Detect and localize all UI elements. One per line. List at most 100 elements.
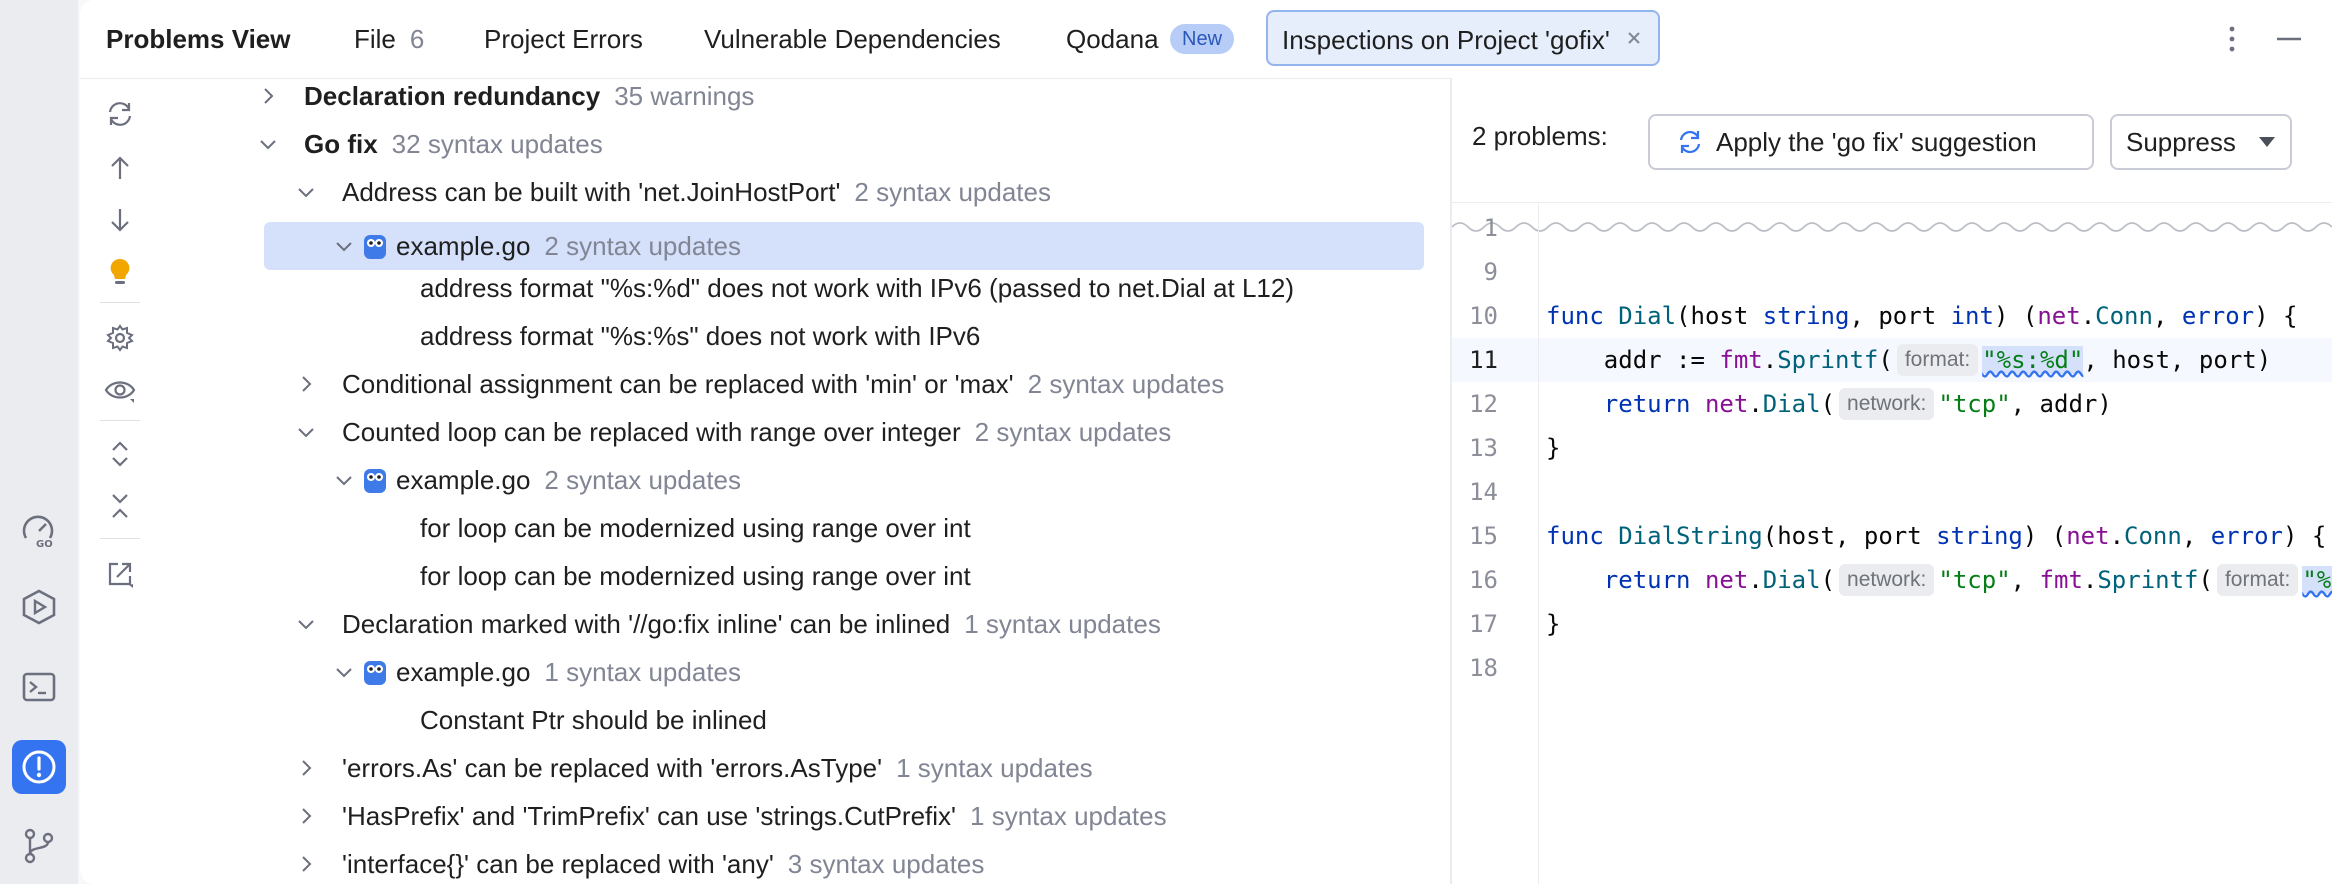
tree-inspection-min-max[interactable]: Conditional assignment can be replaced w… <box>180 360 1450 408</box>
tree-problem[interactable]: for loop can be modernized using range o… <box>180 552 1450 600</box>
line-gutter: 1 9 10 11 12 13 14 15 16 17 18 <box>1452 202 1539 884</box>
apply-go-fix-button[interactable]: Apply the 'go fix' suggestion <box>1648 114 2094 170</box>
arrow-down-icon[interactable] <box>102 202 138 238</box>
toolbar-separator <box>100 538 140 539</box>
tab-inspections[interactable]: Inspections on Project 'gofix' <box>1266 10 1660 66</box>
chevron-down-icon[interactable] <box>294 180 318 204</box>
chevron-right-icon[interactable] <box>294 756 318 780</box>
chevron-down-icon[interactable] <box>294 612 318 636</box>
chevron-down-icon[interactable] <box>332 660 356 684</box>
tab-file-label: File <box>354 24 396 54</box>
tree-item-label: 'errors.As' can be replaced with 'errors… <box>342 753 883 783</box>
code-editor[interactable]: 1 9 10 11 12 13 14 15 16 17 18 func Dial… <box>1452 202 2332 884</box>
git-branch-icon[interactable] <box>12 818 66 872</box>
tree-file-example-go[interactable]: example.go 2 syntax updates <box>180 456 1450 504</box>
tree-inspection-errors-as[interactable]: 'errors.As' can be replaced with 'errors… <box>180 744 1450 792</box>
code-line-12: return net.Dial(network: "tcp", addr) <box>1546 388 2112 420</box>
line-number: 18 <box>1469 654 1498 682</box>
tree-problem[interactable]: address format "%s:%s" does not work wit… <box>180 312 1450 360</box>
param-hint-network: network: <box>1839 388 1935 420</box>
tree-item-meta: 2 syntax updates <box>544 465 741 495</box>
run-icon[interactable] <box>12 580 66 634</box>
tree-problem[interactable]: Constant Ptr should be inlined <box>180 696 1450 744</box>
eye-icon[interactable] <box>102 372 138 408</box>
tree-problem[interactable]: for loop can be modernized using range o… <box>180 504 1450 552</box>
details-header: 2 problems: Apply the 'go fix' suggestio… <box>1452 78 2332 203</box>
highlighted-problem-string[interactable]: "%s:%d" <box>1982 346 2084 374</box>
param-hint-network: network: <box>1839 564 1935 596</box>
chevron-down-icon[interactable] <box>332 468 356 492</box>
tree-item-meta: 3 syntax updates <box>787 849 985 879</box>
caret-down-icon <box>2259 137 2275 147</box>
terminal-icon[interactable] <box>12 660 66 714</box>
qodana-new-badge: New <box>1170 24 1235 54</box>
tree-item-label: 'HasPrefix' and 'TrimPrefix' can use 'st… <box>342 801 957 831</box>
tree-inspection-interface-any[interactable]: 'interface{}' can be replaced with 'any'… <box>180 840 1450 884</box>
arrow-up-icon[interactable] <box>102 150 138 186</box>
line-number: 9 <box>1483 258 1498 286</box>
tree-group-go-fix[interactable]: Go fix 32 syntax updates <box>180 120 1450 168</box>
export-icon[interactable] <box>102 556 138 592</box>
tree-file-example-go[interactable]: example.go 1 syntax updates <box>180 648 1450 696</box>
more-options-icon[interactable] <box>2222 23 2242 55</box>
tree-inspection-cutprefix[interactable]: 'HasPrefix' and 'TrimPrefix' can use 'st… <box>180 792 1450 840</box>
collapse-all-icon[interactable] <box>102 488 138 524</box>
chevron-right-icon[interactable] <box>256 84 280 108</box>
close-icon[interactable] <box>1622 12 1646 64</box>
panel-title: Problems View <box>106 24 291 54</box>
tree-item-label: Constant Ptr should be inlined <box>420 705 767 735</box>
tree-item-label: example.go <box>396 231 531 261</box>
line-number: 1 <box>1483 214 1498 242</box>
tree-item-label: 'interface{}' can be replaced with 'any' <box>342 849 774 879</box>
tree-item-label: address format "%s:%s" does not work wit… <box>420 321 981 351</box>
suppress-label: Suppress <box>2126 127 2236 157</box>
chevron-down-icon[interactable] <box>256 132 280 156</box>
line-number: 17 <box>1469 610 1498 638</box>
chevron-down-icon[interactable] <box>332 234 356 258</box>
chevron-right-icon[interactable] <box>294 372 318 396</box>
code-line-15: func DialString(host, port string) (net.… <box>1546 522 2327 550</box>
suppress-dropdown[interactable]: Suppress <box>2110 114 2292 170</box>
chevron-right-icon[interactable] <box>294 852 318 876</box>
code-line-13: } <box>1546 434 1561 462</box>
tree-item-meta: 1 syntax updates <box>896 753 1093 783</box>
line-number: 12 <box>1469 390 1498 418</box>
line-number: 16 <box>1469 566 1498 594</box>
settings-gear-icon[interactable] <box>102 320 138 356</box>
line-number: 13 <box>1469 434 1498 462</box>
lightbulb-icon[interactable] <box>102 254 138 290</box>
go-file-icon <box>364 469 386 493</box>
tree-inspection-gofix-inline[interactable]: Declaration marked with '//go:fix inline… <box>180 600 1450 648</box>
details-pane: 2 problems: Apply the 'go fix' suggestio… <box>1452 78 2332 884</box>
param-hint-format: format: <box>1896 344 1979 376</box>
expand-all-icon[interactable] <box>102 436 138 472</box>
tree-item-label: for loop can be modernized using range o… <box>420 561 971 591</box>
problems-icon[interactable] <box>12 740 66 794</box>
tree-item-label: example.go <box>396 657 531 687</box>
refresh-icon[interactable] <box>102 96 138 132</box>
tab-project-errors[interactable]: Project Errors <box>484 0 643 78</box>
minimize-icon[interactable] <box>2274 26 2304 52</box>
line-number: 15 <box>1469 522 1498 550</box>
tab-inspections-label: Inspections on Project 'gofix' <box>1282 25 1610 55</box>
fold-separator <box>1452 222 2332 232</box>
tree-item-meta: 1 syntax updates <box>970 801 1167 831</box>
tree-item-label: Declaration redundancy <box>304 81 601 111</box>
activity-bar: GO <box>0 0 78 884</box>
tree-group-declaration-redundancy[interactable]: Declaration redundancy 35 warnings <box>180 78 1450 120</box>
tree-inspection-joinhostport[interactable]: Address can be built with 'net.JoinHostP… <box>180 168 1450 216</box>
tab-vulnerable-dependencies[interactable]: Vulnerable Dependencies <box>704 0 1001 78</box>
go-dashboard-icon[interactable]: GO <box>12 504 66 558</box>
chevron-down-icon[interactable] <box>294 420 318 444</box>
tab-file[interactable]: File 6 <box>354 0 424 78</box>
tree-item-label: Address can be built with 'net.JoinHostP… <box>342 177 841 207</box>
apply-go-fix-label: Apply the 'go fix' suggestion <box>1716 127 2037 157</box>
tree-file-example-go-selected[interactable]: example.go 2 syntax updates <box>264 222 1424 270</box>
chevron-right-icon[interactable] <box>294 804 318 828</box>
tree-problem[interactable]: address format "%s:%d" does not work wit… <box>180 264 1450 312</box>
toolbar-separator <box>100 302 140 303</box>
svg-text:GO: GO <box>36 539 53 550</box>
highlighted-problem-string[interactable]: "%s:%s" <box>2302 566 2332 594</box>
tab-qodana[interactable]: Qodana <box>1066 0 1159 78</box>
tree-inspection-range-int[interactable]: Counted loop can be replaced with range … <box>180 408 1450 456</box>
